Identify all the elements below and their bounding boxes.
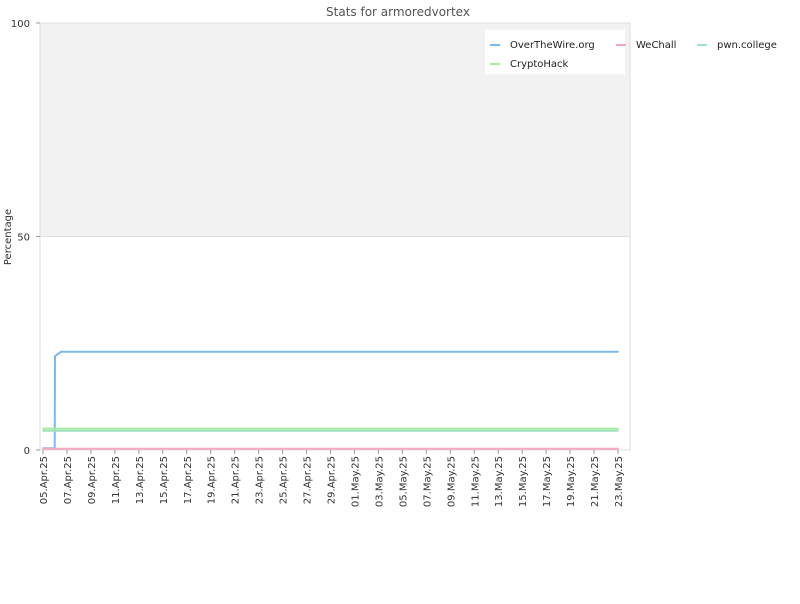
series-point (617, 350, 619, 353)
series-point (42, 427, 44, 430)
chart-title: Stats for armoredvortex (326, 5, 470, 19)
x-tick-label: 19.Apr.25 (207, 456, 218, 504)
x-tick-label: 11.Apr.25 (111, 456, 122, 504)
x-tick-label: 11.May.25 (470, 456, 481, 507)
series-point (60, 350, 62, 353)
x-tick-label: 17.Apr.25 (183, 456, 194, 504)
x-tick-label: 17.May.25 (542, 456, 553, 507)
y-tick-label: 0 (24, 446, 30, 457)
chart: Stats for armoredvortex Percentage 0 50 10… (0, 0, 800, 600)
x-tick-label: 01.May.25 (350, 456, 361, 507)
x-tick-label: 21.May.25 (590, 456, 601, 507)
plot-area: 0 50 100 05.Apr.25 07.Apr.25 09.Apr.25 11.Apr.… (11, 19, 631, 507)
legend: OverTheWire.org WeChall pwn.college CryptoH… (485, 30, 777, 74)
x-tick-label: 09.May.25 (446, 456, 457, 507)
chart-svg: Stats for armoredvortex Percentage 0 50 10… (3, 5, 777, 507)
x-tick-label: 13.May.25 (494, 456, 505, 507)
y-tick-label: 100 (11, 19, 30, 30)
x-tick-label: 15.May.25 (518, 456, 529, 507)
series-point (42, 447, 44, 450)
x-tick-label: 19.May.25 (566, 456, 577, 507)
legend-label: CryptoHack (510, 59, 569, 70)
x-tick-label: 09.Apr.25 (87, 456, 98, 504)
x-tick-label: 23.Apr.25 (255, 456, 266, 504)
x-tick-label: 23.May.25 (614, 456, 625, 507)
series-point (617, 447, 619, 450)
plot-band-lower (40, 236, 630, 450)
x-tick-label: 25.Apr.25 (279, 456, 290, 504)
x-tick-label: 07.May.25 (422, 456, 433, 507)
y-tick-label: 50 (17, 233, 30, 244)
series-point (54, 355, 56, 357)
x-tick-label: 07.Apr.25 (63, 456, 74, 504)
series-point (617, 427, 619, 430)
legend-label: OverTheWire.org (510, 40, 595, 51)
x-tick-label: 21.Apr.25 (231, 456, 242, 504)
series-point (42, 429, 44, 432)
x-tick-label: 03.May.25 (374, 456, 385, 507)
y-axis-label: Percentage (3, 209, 14, 265)
legend-label: WeChall (636, 40, 676, 51)
x-tick-label: 27.Apr.25 (303, 456, 314, 504)
x-tick-label: 15.Apr.25 (159, 456, 170, 504)
series-point (617, 429, 619, 432)
x-tick-label: 29.Apr.25 (327, 456, 338, 504)
x-tick-label: 05.May.25 (398, 456, 409, 507)
legend-label: pwn.college (717, 40, 777, 51)
x-tick-label: 13.Apr.25 (135, 456, 146, 504)
x-tick-label: 05.Apr.25 (39, 456, 50, 504)
